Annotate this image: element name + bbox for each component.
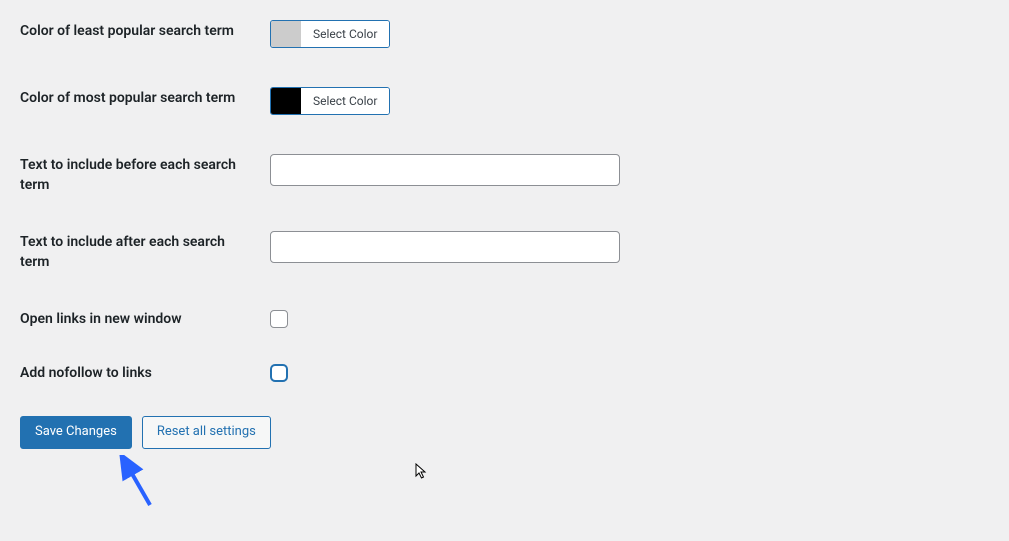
reset-button[interactable]: Reset all settings <box>142 416 271 448</box>
color-swatch-most[interactable] <box>271 88 301 114</box>
input-text-before[interactable] <box>270 154 620 186</box>
cursor-icon <box>414 463 430 479</box>
field-text-after <box>270 231 620 263</box>
label-text-before: Text to include before each search term <box>20 154 270 195</box>
label-color-least: Color of least popular search term <box>20 20 270 42</box>
label-open-new-window: Open links in new window <box>20 308 270 330</box>
label-color-most: Color of most popular search term <box>20 87 270 109</box>
checkbox-add-nofollow[interactable] <box>270 364 288 382</box>
color-swatch-least[interactable] <box>271 21 301 47</box>
save-button[interactable]: Save Changes <box>20 416 132 448</box>
field-add-nofollow <box>270 362 288 386</box>
label-add-nofollow: Add nofollow to links <box>20 362 270 384</box>
select-color-button-most[interactable]: Select Color <box>301 88 389 114</box>
field-row-text-after: Text to include after each search term <box>20 231 989 272</box>
field-color-least: Select Color <box>270 20 390 51</box>
field-row-add-nofollow: Add nofollow to links <box>20 362 989 386</box>
field-color-most: Select Color <box>270 87 390 118</box>
checkbox-open-new-window[interactable] <box>270 310 288 328</box>
label-text-after: Text to include after each search term <box>20 231 270 272</box>
field-row-color-most: Color of most popular search term Select… <box>20 87 989 118</box>
field-row-open-new-window: Open links in new window <box>20 308 989 332</box>
field-row-text-before: Text to include before each search term <box>20 154 989 195</box>
input-text-after[interactable] <box>270 231 620 263</box>
settings-form: Color of least popular search term Selec… <box>20 20 989 449</box>
field-open-new-window <box>270 308 288 332</box>
arrow-annotation-icon <box>115 455 165 515</box>
button-row: Save Changes Reset all settings <box>20 416 989 448</box>
field-row-color-least: Color of least popular search term Selec… <box>20 20 989 51</box>
color-picker-least[interactable]: Select Color <box>270 20 390 48</box>
color-picker-most[interactable]: Select Color <box>270 87 390 115</box>
field-text-before <box>270 154 620 186</box>
select-color-button-least[interactable]: Select Color <box>301 21 389 47</box>
